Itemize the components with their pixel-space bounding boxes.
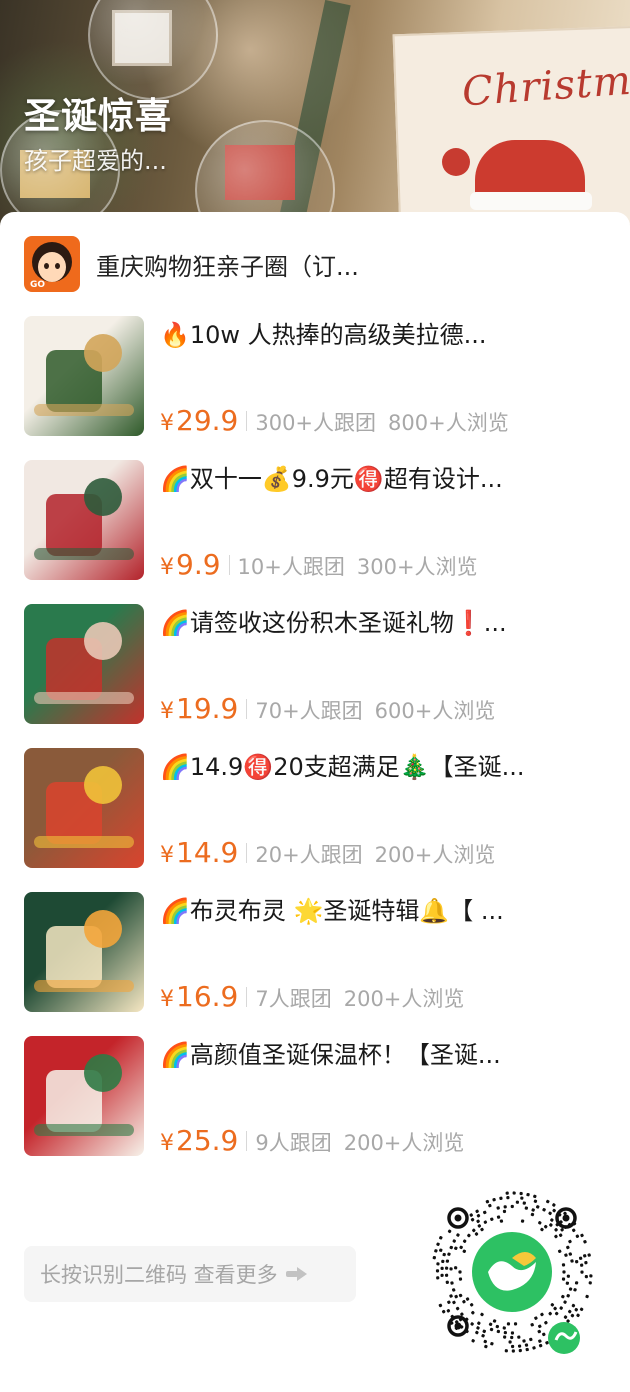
meta-divider <box>246 699 248 719</box>
currency-symbol: ¥ <box>160 1131 174 1156</box>
product-views: 300+人浏览 <box>356 555 478 579</box>
mini-program-qr-icon[interactable] <box>428 1188 596 1356</box>
product-thumbnail <box>24 604 144 724</box>
product-item[interactable]: 🌈14.9🉐20支超满足🎄【圣诞... ¥14.9 20+人跟团 200+人浏览 <box>24 748 606 892</box>
product-followers: 70+人跟团 <box>255 699 363 723</box>
product-item[interactable]: 🔥10w 人热捧的高级美拉德... ¥29.9 300+人跟团 800+人浏览 <box>24 316 606 460</box>
product-thumbnail <box>24 460 144 580</box>
product-title: 🌈14.9🉐20支超满足🎄【圣诞... <box>160 753 525 781</box>
product-price: ¥25.9 <box>160 1124 238 1157</box>
product-followers: 10+人跟团 <box>237 555 345 579</box>
product-item[interactable]: 🌈高颜值圣诞保温杯！【圣诞... ¥25.9 9人跟团 200+人浏览 <box>24 1036 606 1180</box>
shop-avatar: GO <box>24 236 80 292</box>
currency-symbol: ¥ <box>160 411 174 436</box>
product-title: 🌈布灵布灵 🌟圣诞特辑🔔【 ... <box>160 897 504 925</box>
price-value: 29.9 <box>176 404 239 437</box>
product-price: ¥14.9 <box>160 836 238 869</box>
product-price: ¥29.9 <box>160 404 238 437</box>
product-list: 🔥10w 人热捧的高级美拉德... ¥29.9 300+人跟团 800+人浏览 … <box>24 316 606 1180</box>
currency-symbol: ¥ <box>160 555 174 580</box>
product-views: 200+人浏览 <box>343 987 465 1011</box>
product-meta: ¥25.9 9人跟团 200+人浏览 <box>160 1124 476 1158</box>
view-more-text: 长按识别二维码 查看更多 <box>40 1263 278 1287</box>
product-followers: 300+人跟团 <box>255 411 377 435</box>
price-value: 9.9 <box>176 548 221 581</box>
banner-santa-hat <box>475 140 585 200</box>
product-meta: ¥14.9 20+人跟团 200+人浏览 <box>160 836 507 870</box>
product-thumbnail <box>24 892 144 1012</box>
currency-symbol: ¥ <box>160 843 174 868</box>
meta-divider <box>228 555 230 575</box>
product-thumbnail <box>24 1036 144 1156</box>
shop-name: 重庆购物狂亲子圈（订... <box>96 252 359 281</box>
product-item[interactable]: 🌈布灵布灵 🌟圣诞特辑🔔【 ... ¥16.9 7人跟团 200+人浏览 <box>24 892 606 1036</box>
product-price: ¥16.9 <box>160 980 238 1013</box>
product-meta: ¥19.9 70+人跟团 600+人浏览 <box>160 692 507 726</box>
meta-divider <box>246 987 248 1007</box>
product-meta: ¥16.9 7人跟团 200+人浏览 <box>160 980 476 1014</box>
currency-symbol: ¥ <box>160 987 174 1012</box>
banner-title: 圣诞惊喜 <box>24 96 173 137</box>
price-value: 19.9 <box>176 692 239 725</box>
product-views: 200+人浏览 <box>343 1131 465 1155</box>
product-price: ¥9.9 <box>160 548 221 581</box>
product-followers: 9人跟团 <box>255 1131 332 1155</box>
currency-symbol: ¥ <box>160 699 174 724</box>
product-item[interactable]: 🌈双十一💰9.9元🉐超有设计... ¥9.9 10+人跟团 300+人浏览 <box>24 460 606 604</box>
product-followers: 7人跟团 <box>255 987 332 1011</box>
product-title: 🌈高颜值圣诞保温杯！【圣诞... <box>160 1041 501 1069</box>
banner-box-badge <box>442 148 470 176</box>
product-card: GO 重庆购物狂亲子圈（订... 🔥10w 人热捧的高级美拉德... ¥29.9… <box>0 212 630 1392</box>
product-thumbnail <box>24 316 144 436</box>
product-thumbnail <box>24 748 144 868</box>
product-title: 🔥10w 人热捧的高级美拉德... <box>160 321 487 349</box>
shop-header[interactable]: GO 重庆购物狂亲子圈（订... <box>24 236 359 292</box>
product-item[interactable]: 🌈请签收这份积木圣诞礼物❗... ¥19.9 70+人跟团 600+人浏览 <box>24 604 606 748</box>
arrow-right-icon <box>285 1267 308 1281</box>
product-price: ¥19.9 <box>160 692 238 725</box>
meta-divider <box>246 1131 248 1151</box>
product-views: 200+人浏览 <box>374 843 496 867</box>
product-meta: ¥29.9 300+人跟团 800+人浏览 <box>160 404 521 438</box>
view-more-hint[interactable]: 长按识别二维码 查看更多 <box>24 1246 356 1302</box>
product-title: 🌈请签收这份积木圣诞礼物❗... <box>160 609 507 637</box>
price-value: 25.9 <box>176 1124 239 1157</box>
price-value: 16.9 <box>176 980 239 1013</box>
meta-divider <box>246 843 248 863</box>
banner-subtitle: 孩子超爱的... <box>24 147 167 175</box>
banner: Christmas 圣诞惊喜 孩子超爱的... <box>0 0 630 240</box>
product-followers: 20+人跟团 <box>255 843 363 867</box>
shop-avatar-text: GO <box>30 280 46 290</box>
product-views: 800+人浏览 <box>388 411 509 435</box>
product-views: 600+人浏览 <box>374 699 496 723</box>
banner-santa-hat-brim <box>470 192 592 210</box>
price-value: 14.9 <box>176 836 239 869</box>
meta-divider <box>246 411 248 431</box>
product-title: 🌈双十一💰9.9元🉐超有设计... <box>160 465 503 493</box>
product-meta: ¥9.9 10+人跟团 300+人浏览 <box>160 548 490 582</box>
